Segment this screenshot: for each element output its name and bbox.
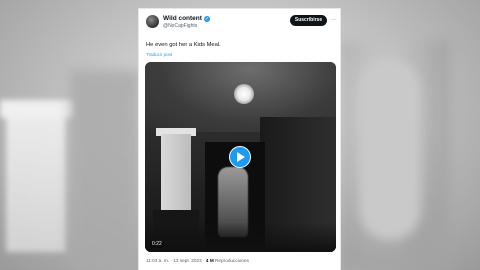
subscribe-button[interactable]: Suscribirse: [290, 15, 327, 26]
author-name-row[interactable]: Wild content ✓: [163, 15, 210, 22]
play-icon: [236, 152, 245, 162]
tweet-date[interactable]: 13 sept. 2023: [173, 258, 201, 263]
video-pillar: [161, 134, 191, 214]
bg-shape: [70, 70, 140, 270]
bg-pillar: [6, 112, 66, 252]
author-name[interactable]: Wild content: [163, 15, 202, 22]
views-count: 4 M: [205, 258, 214, 263]
tweet-text: He even got her a Kids Meal.: [146, 42, 221, 48]
video-player[interactable]: 0:22: [145, 62, 336, 252]
avatar[interactable]: [146, 15, 159, 28]
meta-separator: ·: [203, 258, 205, 263]
translate-link[interactable]: Traducir post: [146, 52, 172, 57]
tweet-card: Wild content ✓ @NoCapFights Suscribirse …: [138, 8, 341, 270]
more-options-icon[interactable]: ···: [330, 15, 336, 26]
tweet-time[interactable]: 11:03 a. m.: [146, 258, 169, 263]
ceiling-light: [234, 84, 254, 104]
verified-badge-icon: ✓: [203, 15, 210, 22]
meta-separator: ·: [170, 258, 172, 263]
play-button[interactable]: [229, 146, 251, 168]
tweet-meta: 11:03 a. m. · 13 sept. 2023 · 4 M Reprod…: [146, 258, 249, 263]
views-label: Reproducciones: [215, 258, 249, 263]
video-floor: [145, 222, 336, 252]
author-handle[interactable]: @NoCapFights: [163, 23, 197, 29]
video-duration: 0:22: [150, 241, 164, 248]
bg-figure: [360, 60, 420, 240]
